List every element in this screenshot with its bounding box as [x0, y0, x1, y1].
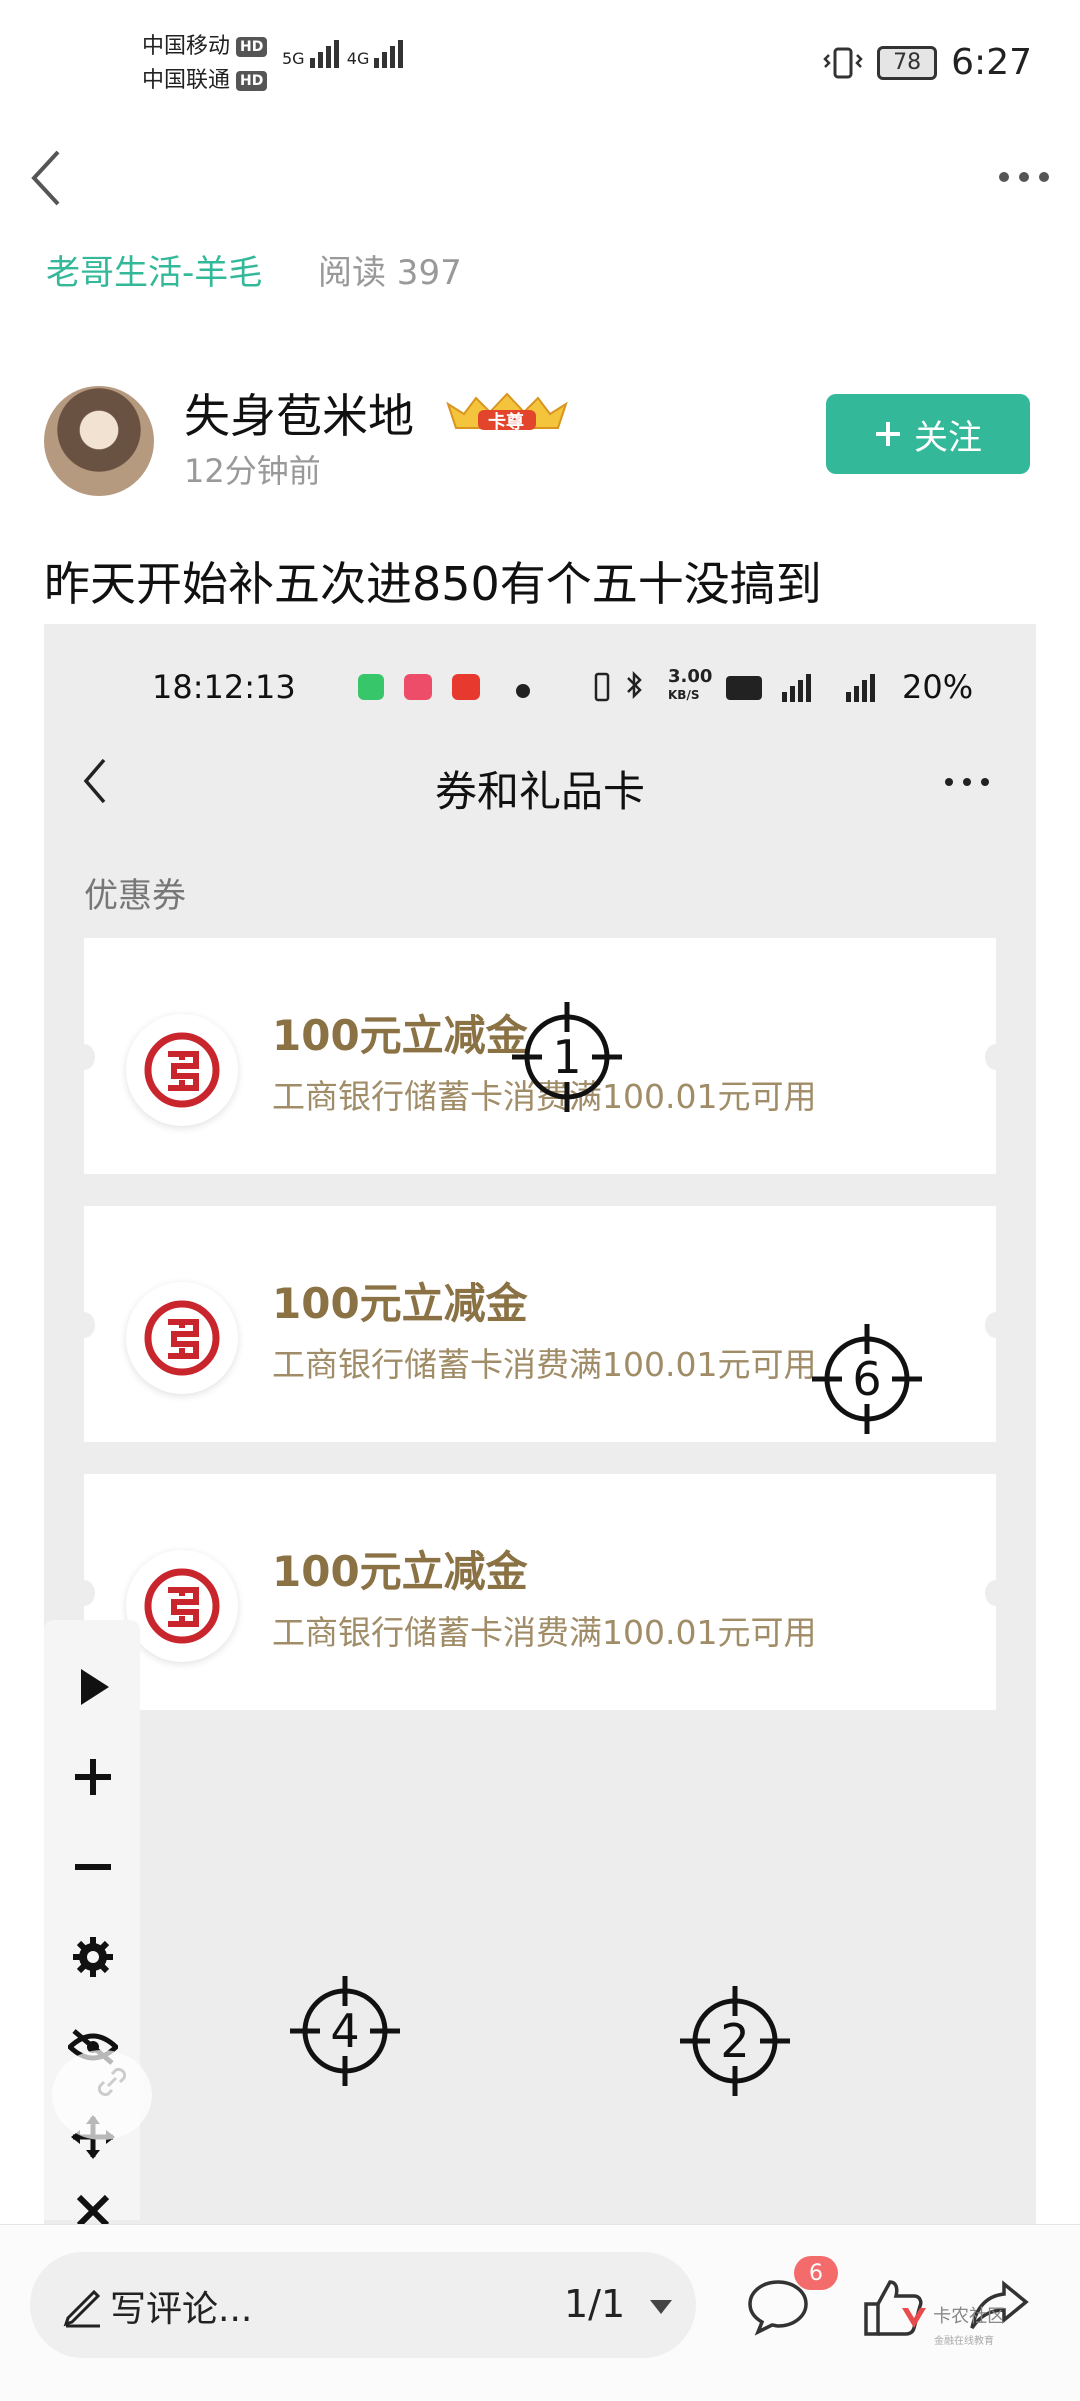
zoom-out-button[interactable]	[68, 1842, 118, 1892]
gear-icon	[73, 1937, 113, 1977]
group-link[interactable]: 老哥生活-羊毛	[46, 245, 262, 294]
comment-count-badge: 6	[794, 2256, 838, 2290]
watermark-text: 卡农社区	[933, 2306, 1006, 2327]
speed-value: 3.00	[668, 666, 713, 687]
minus-icon	[75, 1864, 111, 1870]
link-bubble[interactable]	[52, 2050, 152, 2140]
speed-unit: KB/S	[668, 688, 700, 702]
pencil-icon	[63, 2289, 101, 2328]
plus-icon	[75, 1759, 111, 1795]
embedded-more-icon	[945, 778, 989, 786]
coupon-card: 100元立减金 工商银行储蓄卡消费满100.01元可用	[73, 1474, 1007, 1710]
level-badge: 卡尊	[442, 390, 572, 434]
signal-icons: 5G 4G	[282, 40, 406, 68]
coupon-title: 100元立减金	[272, 1279, 528, 1328]
watermark-logo-icon	[902, 2307, 926, 2328]
hd-badge-2: HD	[236, 71, 268, 91]
tap-marker-2[interactable]: 2	[680, 1986, 790, 2096]
link-icon	[97, 2067, 127, 2097]
follow-button[interactable]: 关注	[826, 394, 1030, 474]
coupon-desc: 工商银行储蓄卡消费满100.01元可用	[272, 1613, 817, 1652]
play-icon	[81, 1669, 109, 1705]
embedded-page-title: 券和礼品卡	[434, 767, 645, 816]
badge-label: 卡尊	[488, 412, 524, 433]
dropdown-arrow-icon[interactable]	[648, 2298, 674, 2316]
plus-icon	[876, 422, 900, 446]
follow-label: 关注	[914, 417, 982, 458]
embedded-battery: 20%	[902, 668, 974, 706]
carrier-1: 中国移动	[142, 34, 231, 59]
play-button[interactable]	[68, 1662, 118, 1712]
coupon-title: 100元立减金	[272, 1011, 528, 1060]
net-label-2: 4G	[346, 49, 370, 68]
icbc-logo-icon	[126, 1550, 238, 1662]
dot-icon	[516, 684, 530, 698]
marker-label: 6	[852, 1352, 882, 1406]
comment-placeholder[interactable]: 写评论...	[110, 2280, 252, 2332]
embedded-status-time: 18:12:13	[152, 668, 296, 706]
section-label: 优惠券	[84, 876, 186, 916]
embedded-signal-icons	[726, 672, 896, 704]
embedded-app-icons	[356, 672, 486, 702]
more-icon[interactable]	[994, 162, 1054, 192]
clock: 6:27	[951, 42, 1032, 83]
vibrate-icon	[823, 47, 863, 78]
marker-label: 1	[552, 1030, 582, 1084]
tap-marker-6[interactable]: 6	[812, 1324, 922, 1434]
hd-badge-1: HD	[236, 37, 268, 57]
app-notification-icons	[358, 674, 480, 700]
signal-bars-icon	[309, 40, 342, 68]
signal-bars-icon-2	[374, 40, 406, 68]
tap-marker-4[interactable]: 4	[290, 1976, 400, 2086]
battery-icon: 78	[877, 45, 938, 80]
net-label-1: 5G	[282, 49, 305, 68]
coupon-desc: 工商银行储蓄卡消费满100.01元可用	[272, 1345, 817, 1384]
watermark: 卡农社区 金融在线教育	[900, 2302, 1060, 2347]
zoom-in-button[interactable]	[68, 1752, 118, 1802]
marker-label: 4	[330, 2004, 360, 2058]
watermark-subtext: 金融在线教育	[934, 2335, 994, 2347]
marker-label: 2	[720, 2014, 750, 2068]
status-carriers: 中国移动 HD 中国联通 HD	[142, 30, 268, 98]
page-indicator[interactable]: 1/1	[564, 2282, 625, 2326]
embedded-net-speed: 3.00 KB/S	[668, 668, 712, 704]
read-count: 阅读 397	[318, 253, 462, 293]
back-icon[interactable]	[26, 148, 66, 208]
author-name[interactable]: 失身苞米地	[184, 380, 414, 446]
hd-signal-icon	[726, 674, 875, 702]
icbc-logo-icon	[126, 1014, 238, 1126]
post-title: 昨天开始补五次进850有个五十没搞到	[44, 557, 822, 611]
status-right: 78 6:27	[823, 42, 1032, 83]
carrier-2: 中国联通	[142, 68, 231, 93]
post-time: 12分钟前	[184, 452, 321, 490]
settings-button[interactable]	[68, 1932, 118, 1982]
avatar[interactable]	[44, 386, 154, 496]
tap-marker-1[interactable]: 1	[512, 1002, 622, 1112]
icbc-logo-icon	[126, 1282, 238, 1394]
coupon-title: 100元立减金	[272, 1547, 528, 1596]
